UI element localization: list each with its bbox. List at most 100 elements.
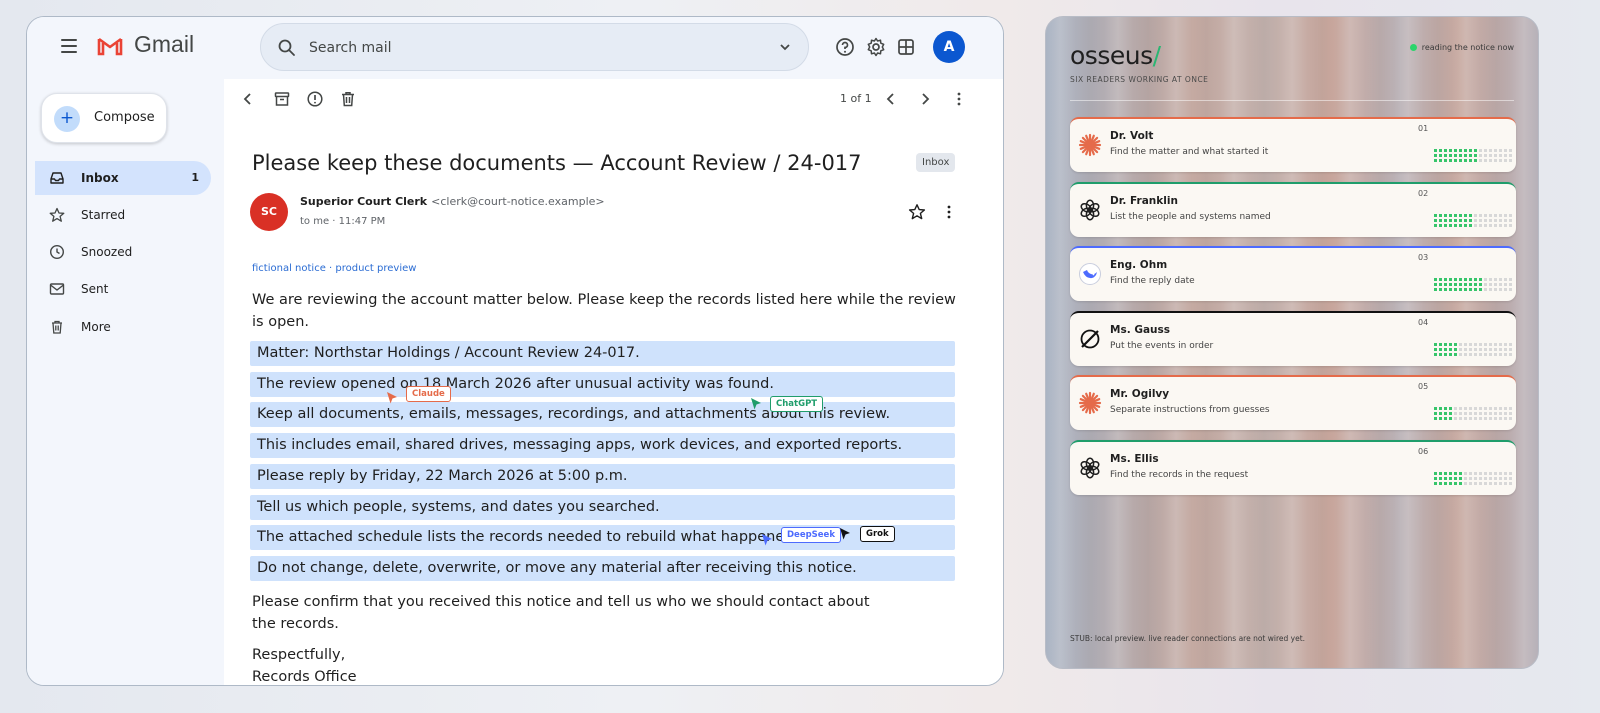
progress-dot — [1434, 417, 1437, 420]
progress-dot — [1439, 417, 1442, 420]
progress-dot — [1454, 154, 1457, 157]
progress-dot — [1484, 223, 1487, 227]
newer-chevron-left-icon[interactable] — [882, 90, 900, 108]
reader-card[interactable]: Mr. Ogilvy Separate instructions from gue… — [1070, 375, 1516, 430]
progress-dot — [1489, 347, 1492, 351]
progress-dot — [1474, 213, 1477, 217]
progress-dot — [1509, 288, 1512, 291]
progress-dot — [1469, 154, 1472, 157]
back-arrow-icon[interactable] — [239, 90, 257, 108]
reader-number: 03 — [1418, 253, 1429, 262]
progress-dot — [1489, 159, 1492, 162]
progress-dot — [1464, 347, 1467, 351]
sender-avatar: SC — [250, 193, 288, 231]
progress-dot — [1489, 407, 1492, 410]
reader-card[interactable]: Dr. Franklin List the people and systems … — [1070, 181, 1516, 237]
progress-dot — [1469, 407, 1472, 410]
progress-dot — [1494, 471, 1497, 475]
progress-dot — [1434, 149, 1437, 152]
progress-dot — [1504, 159, 1507, 162]
osseus-subtitle: SIX READERS WORKING AT ONCE — [1070, 75, 1209, 84]
report-spam-icon[interactable] — [306, 90, 324, 108]
progress-dot — [1469, 149, 1472, 152]
reader-task: Find the matter and what started it — [1110, 147, 1269, 157]
progress-dot — [1444, 154, 1447, 157]
reader-card[interactable]: Ms. Ellis Find the records in the request… — [1070, 439, 1516, 495]
progress-dot-grid — [1434, 213, 1512, 230]
archive-icon[interactable] — [273, 90, 291, 108]
progress-dot — [1464, 223, 1467, 227]
account-avatar[interactable]: A — [933, 31, 965, 63]
progress-dot — [1509, 412, 1512, 415]
delete-trash-icon[interactable] — [339, 90, 357, 108]
progress-dot — [1489, 412, 1492, 415]
progress-dot — [1469, 159, 1472, 162]
sidebar-item-snoozed[interactable]: Snoozed — [35, 235, 211, 269]
inbox-label-chip[interactable]: Inbox — [916, 153, 956, 172]
settings-gear-icon[interactable] — [865, 36, 887, 58]
help-icon[interactable] — [834, 36, 856, 58]
progress-dot — [1449, 476, 1452, 480]
star-email-icon[interactable] — [908, 203, 926, 221]
progress-dot — [1489, 213, 1492, 217]
search-options-chevron-down-icon[interactable] — [778, 40, 792, 54]
progress-dot — [1474, 283, 1477, 286]
progress-dot — [1449, 481, 1452, 485]
message-more-vertical-icon[interactable] — [940, 203, 958, 221]
search-input[interactable] — [309, 34, 749, 62]
progress-dot — [1474, 154, 1477, 157]
progress-dot — [1509, 347, 1512, 351]
search-icon[interactable] — [277, 38, 297, 58]
search-bar[interactable] — [260, 23, 809, 71]
progress-dot — [1499, 288, 1502, 291]
openai-knot-icon — [1078, 198, 1102, 222]
gmail-wordmark: Gmail — [134, 31, 195, 57]
progress-dot — [1504, 347, 1507, 351]
sidebar-item-sent[interactable]: Sent — [35, 272, 211, 306]
progress-dot — [1459, 417, 1462, 420]
trash-icon — [52, 320, 62, 334]
sidebar-item-label: Snoozed — [81, 245, 133, 259]
reader-card[interactable]: Dr. Volt Find the matter and what started… — [1070, 117, 1516, 172]
reader-card[interactable]: Ms. Gauss Put the events in order 04 — [1070, 310, 1516, 366]
apps-grid-icon[interactable] — [895, 36, 917, 58]
progress-dot — [1459, 278, 1462, 281]
progress-dot — [1444, 342, 1447, 346]
main-menu-icon[interactable] — [61, 39, 77, 53]
reader-task: Find the records in the request — [1110, 469, 1249, 480]
inbox-icon — [50, 172, 64, 184]
progress-dot — [1439, 407, 1442, 410]
compose-button[interactable]: + Compose — [41, 93, 167, 143]
progress-dot — [1494, 283, 1497, 286]
progress-dot — [1454, 417, 1457, 420]
chatgpt-cursor-arrow-icon — [751, 398, 761, 410]
sidebar-item-more[interactable]: More — [35, 310, 211, 344]
progress-dot — [1509, 154, 1512, 157]
progress-dot — [1509, 352, 1512, 356]
progress-dot — [1434, 347, 1437, 351]
recipient-time-line[interactable]: to me · 11:47 PM — [300, 216, 385, 227]
sidebar-item-inbox[interactable]: Inbox 1 — [35, 161, 211, 195]
progress-dot — [1464, 159, 1467, 162]
progress-dot — [1444, 476, 1447, 480]
progress-dot — [1449, 407, 1452, 410]
progress-dot — [1434, 218, 1437, 222]
progress-dot — [1509, 283, 1512, 286]
progress-dot — [1499, 213, 1502, 217]
reader-card[interactable]: Eng. Ohm Find the reply date 03 — [1070, 246, 1516, 301]
progress-dot — [1509, 342, 1512, 346]
progress-dot — [1469, 476, 1472, 480]
gmail-logo-icon[interactable] — [97, 35, 123, 57]
progress-dot — [1499, 476, 1502, 480]
progress-dot — [1454, 407, 1457, 410]
progress-dot — [1484, 149, 1487, 152]
older-chevron-right-icon[interactable] — [916, 90, 934, 108]
progress-dot — [1444, 471, 1447, 475]
progress-dot — [1439, 481, 1442, 485]
grok-slash-icon — [1078, 327, 1102, 351]
progress-dot — [1494, 223, 1497, 227]
progress-dot — [1504, 481, 1507, 485]
more-options-vertical-icon[interactable] — [950, 90, 968, 108]
sidebar-item-starred[interactable]: Starred — [35, 198, 211, 232]
progress-dot — [1499, 223, 1502, 227]
